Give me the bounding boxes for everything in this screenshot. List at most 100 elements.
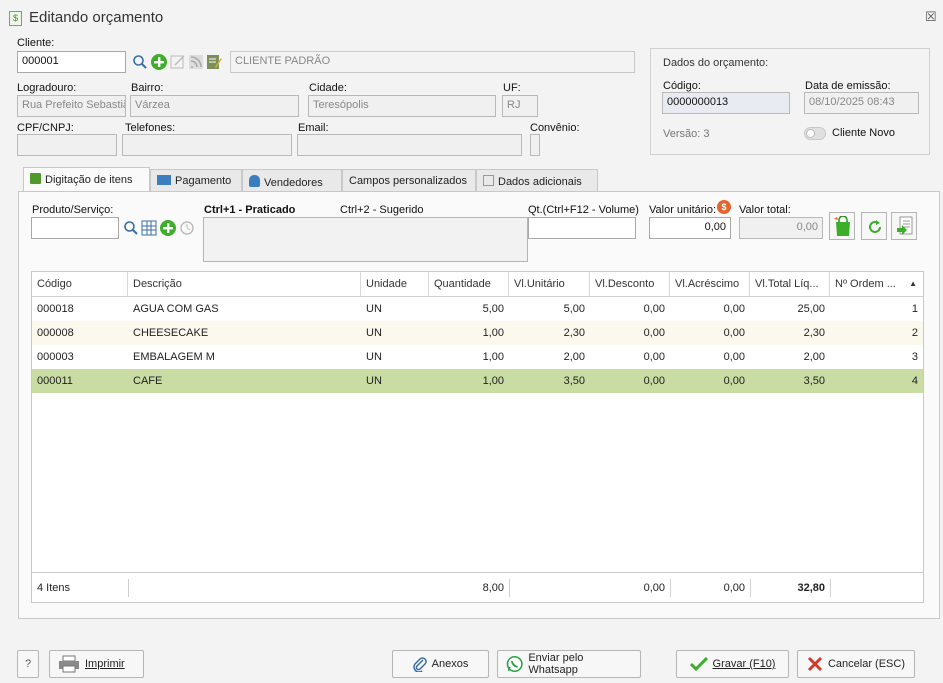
- save-button[interactable]: Gravar (F10): [676, 650, 789, 678]
- uf-label: UF:: [503, 82, 521, 94]
- column-header-quantidade[interactable]: Quantidade: [429, 272, 509, 297]
- footer-divider: [128, 579, 129, 597]
- ctrl2-label: Ctrl+2 - Sugerido: [340, 204, 424, 216]
- user-icon: [249, 175, 260, 187]
- table-row[interactable]: 000008 CHEESECAKE UN 1,00 2,30 0,00 0,00 2,30 2: [32, 321, 923, 345]
- import-button[interactable]: [891, 212, 917, 240]
- cliente-code-field[interactable]: 000001: [17, 51, 126, 73]
- quantidade-input[interactable]: [528, 217, 636, 239]
- tab-label: Dados adicionais: [498, 176, 582, 188]
- paperclip-icon: [412, 657, 427, 672]
- valor-total-label: Valor total:: [739, 204, 791, 216]
- cancel-button[interactable]: Cancelar (ESC): [797, 650, 915, 678]
- cpf-field[interactable]: [17, 134, 117, 156]
- tab-label: Campos personalizados: [349, 175, 468, 187]
- column-header-codigo[interactable]: Código: [32, 272, 128, 297]
- cidade-field[interactable]: Teresópolis: [308, 95, 496, 117]
- convenio-field[interactable]: [530, 134, 540, 156]
- search-icon[interactable]: [132, 54, 148, 70]
- table-row[interactable]: 000018 AGUA COM GAS UN 5,00 5,00 0,00 0,00 25,0…: [32, 297, 923, 321]
- cell-unidade: UN: [366, 351, 382, 363]
- cell-codigo: 000018: [37, 303, 74, 315]
- note-icon[interactable]: [206, 54, 222, 70]
- search-icon[interactable]: [123, 220, 139, 236]
- codigo-field[interactable]: 0000000013: [662, 92, 790, 114]
- cell-ordem: 3: [911, 351, 918, 363]
- shopping-bag-icon: [834, 216, 850, 236]
- cliente-novo-label: Cliente Novo: [832, 127, 895, 139]
- convenio-label: Convênio:: [530, 122, 580, 134]
- rss-icon[interactable]: [188, 54, 204, 70]
- tab-label: Pagamento: [175, 175, 232, 187]
- close-icon[interactable]: ☒: [925, 9, 937, 25]
- uf-field[interactable]: RJ: [502, 95, 538, 117]
- footer-count: 4 Itens: [37, 582, 71, 594]
- column-header-vl-total[interactable]: Vl.Total Líq...: [750, 272, 830, 297]
- cell-vl-unitario: 3,50: [563, 375, 585, 387]
- printer-icon: [59, 655, 79, 673]
- valor-unitario-input[interactable]: 0,00: [649, 217, 731, 239]
- attachments-button[interactable]: Anexos: [392, 650, 489, 678]
- tab-dados-adicionais[interactable]: Dados adicionais: [476, 169, 598, 192]
- column-header-vl-acrescimo[interactable]: Vl.Acréscimo: [670, 272, 750, 297]
- footer-total: 32,80: [797, 582, 825, 594]
- column-header-unidade[interactable]: Unidade: [361, 272, 429, 297]
- valor-total-field[interactable]: 0,00: [739, 217, 823, 239]
- tab-vendedores[interactable]: Vendedores: [242, 169, 342, 192]
- telefones-label: Telefones:: [125, 122, 176, 134]
- save-label: Gravar (F10): [712, 658, 776, 670]
- cell-quantidade: 1,00: [482, 375, 504, 387]
- help-label: ?: [24, 658, 32, 670]
- telefones-field[interactable]: [122, 134, 292, 156]
- cliente-name-field[interactable]: CLIENTE PADRÃO: [230, 51, 635, 73]
- refresh-button[interactable]: [861, 212, 887, 240]
- whatsapp-label: Enviar pelo Whatsapp: [528, 652, 584, 676]
- tab-digitacao-itens[interactable]: Digitação de itens: [23, 167, 150, 192]
- footer-quantidade: 8,00: [482, 582, 504, 594]
- edit-icon[interactable]: [170, 54, 186, 70]
- column-header-vl-desconto[interactable]: Vl.Desconto: [590, 272, 670, 297]
- cell-unidade: UN: [366, 303, 382, 315]
- column-header-ordem-label: Nº Ordem ...: [835, 278, 896, 290]
- print-label: Imprimir: [85, 658, 125, 670]
- cell-vl-acrescimo: 0,00: [723, 375, 745, 387]
- cell-vl-acrescimo: 0,00: [723, 303, 745, 315]
- tab-pagamento[interactable]: Pagamento: [150, 169, 242, 192]
- column-header-ordem[interactable]: Nº Ordem ... ▲: [830, 272, 923, 297]
- quantidade-label: Qt.(Ctrl+F12 - Volume): [528, 204, 639, 216]
- table-row[interactable]: 000011 CAFE UN 1,00 3,50 0,00 0,00 3,50 4: [32, 369, 923, 393]
- help-button[interactable]: ?: [17, 650, 39, 678]
- bag-button[interactable]: [829, 212, 855, 240]
- add-icon[interactable]: [150, 53, 168, 71]
- cell-codigo: 000011: [37, 375, 73, 387]
- column-header-descricao[interactable]: Descrição: [128, 272, 361, 297]
- grid-icon[interactable]: [141, 220, 157, 236]
- column-header-vl-unitario[interactable]: Vl.Unitário: [509, 272, 590, 297]
- produto-label: Produto/Serviço:: [32, 204, 114, 216]
- history-icon[interactable]: [179, 220, 195, 236]
- window-title: Editando orçamento: [29, 9, 164, 26]
- cancel-label: Cancelar (ESC): [827, 658, 906, 670]
- tab-label: Digitação de itens: [45, 174, 133, 186]
- footer-desconto: 0,00: [643, 582, 665, 594]
- whatsapp-button[interactable]: Enviar pelo Whatsapp: [497, 650, 641, 678]
- add-icon[interactable]: [159, 219, 177, 237]
- data-emissao-field[interactable]: 08/10/2025 08:43: [804, 92, 919, 114]
- print-button[interactable]: Imprimir: [49, 650, 144, 678]
- footer-divider: [830, 579, 831, 597]
- items-grid: Código Descrição Unidade Quantidade Vl.U…: [31, 271, 924, 603]
- app-icon: $: [9, 11, 22, 26]
- currency-icon: $: [717, 200, 731, 214]
- cliente-novo-toggle[interactable]: [804, 127, 826, 140]
- sort-ascending-icon: ▲: [909, 279, 917, 288]
- cell-vl-total: 3,50: [803, 375, 825, 387]
- cell-ordem: 2: [911, 327, 918, 339]
- table-row[interactable]: 000003 EMBALAGEM M UN 1,00 2,00 0,00 0,00 2,00 3: [32, 345, 923, 369]
- email-field[interactable]: [297, 134, 522, 156]
- logradouro-field[interactable]: Rua Prefeito Sebastiã: [17, 95, 126, 117]
- tab-campos-personalizados[interactable]: Campos personalizados: [342, 169, 476, 192]
- bairro-field[interactable]: Várzea: [130, 95, 299, 117]
- cell-codigo: 000008: [37, 327, 74, 339]
- produto-input[interactable]: [31, 217, 119, 239]
- footer-acrescimo: 0,00: [723, 582, 745, 594]
